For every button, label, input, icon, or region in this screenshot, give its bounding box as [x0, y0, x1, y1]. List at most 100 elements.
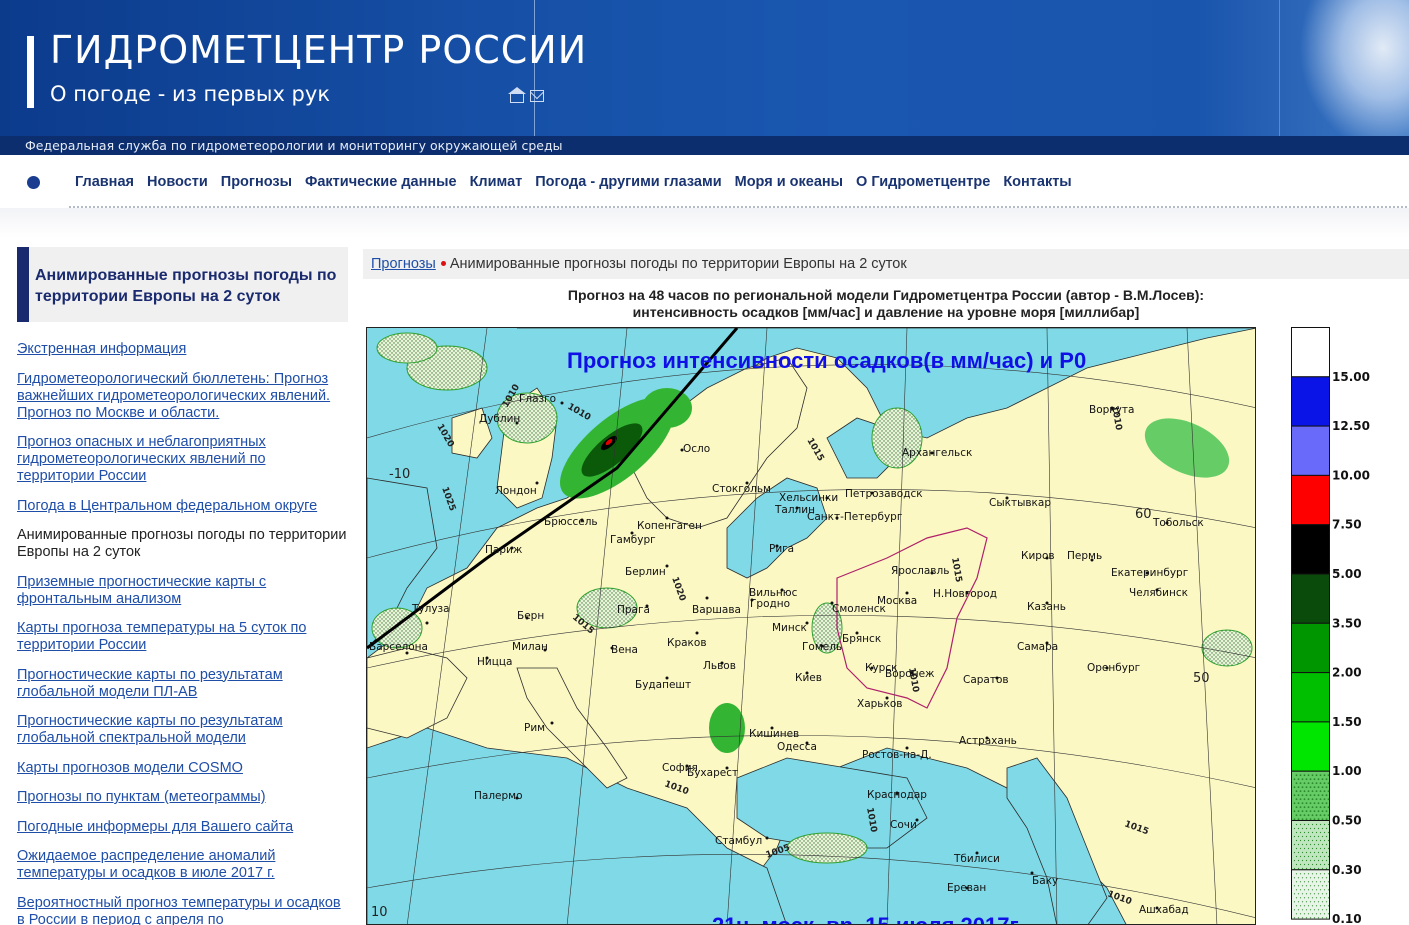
home-icon[interactable]: [508, 87, 526, 103]
city-label: Берлин: [625, 566, 666, 578]
city-label: Прага: [617, 604, 650, 616]
breadcrumb-current: Анимированные прогнозы погоды по террито…: [449, 256, 907, 272]
legend-stipple: [1301, 877, 1304, 879]
legend-stipple: [1295, 847, 1298, 850]
sidebar-item-probabilistic[interactable]: Вероятностный прогноз температуры и осад…: [17, 895, 347, 925]
city-label: Тбилиси: [953, 853, 1000, 865]
nav-item-seas[interactable]: Моря и океаны: [735, 174, 843, 190]
legend-stipple: [1297, 901, 1300, 903]
city-label: Н.Новгород: [933, 588, 997, 600]
legend-stipple: [1295, 889, 1298, 891]
city-label: Воронеж: [885, 668, 935, 680]
mail-icon[interactable]: [530, 90, 544, 102]
city-label: Рига: [769, 543, 794, 555]
legend-stipple: [1303, 823, 1306, 826]
nav-item-home[interactable]: Главная: [75, 174, 134, 190]
legend-stipple: [1299, 814, 1302, 817]
sidebar-item-cosmo[interactable]: Карты прогнозов модели COSMO: [17, 760, 347, 777]
legend-stipple: [1295, 790, 1298, 793]
legend-stipple: [1309, 835, 1312, 838]
sidebar-item-frontal-maps[interactable]: Приземные прогностические карты с фронта…: [17, 574, 347, 608]
nav-item-weather-other-eyes[interactable]: Погода - другими глазами: [535, 174, 721, 190]
legend-stipple: [1317, 901, 1320, 903]
legend-stipple: [1295, 873, 1298, 875]
legend-swatch: [1291, 474, 1330, 526]
legend-stipple: [1327, 905, 1330, 907]
nav-item-news[interactable]: Новости: [147, 174, 208, 190]
sidebar-item-hazards[interactable]: Прогноз опасных и неблагоприятных гидром…: [17, 434, 347, 485]
city-label: Хельсинки: [779, 492, 838, 504]
sidebar-item-central-district[interactable]: Погода в Центральном федеральном округе: [17, 498, 347, 515]
legend-stipple: [1319, 855, 1322, 858]
legend-stipple: [1321, 867, 1324, 870]
legend-stipple: [1311, 881, 1314, 883]
legend-stipple: [1299, 855, 1302, 858]
legend-stipple: [1321, 901, 1324, 903]
legend-stipple: [1305, 835, 1308, 838]
sidebar-item-anomalies[interactable]: Ожидаемое распределение аномалий темпера…: [17, 848, 347, 882]
legend-swatch: [1291, 869, 1330, 920]
agency-bar: Федеральная служба по гидрометеорологии …: [0, 136, 1409, 155]
grid-label: 60: [1135, 507, 1152, 522]
legend-stipple: [1301, 851, 1304, 854]
legend-stipple: [1321, 786, 1324, 789]
legend-stipple: [1301, 843, 1304, 846]
legend-stipple: [1327, 823, 1330, 826]
legend-value-label: 1.00: [1332, 764, 1362, 778]
site-title[interactable]: ГИДРОМЕТЦЕНТР РОССИИ: [50, 28, 587, 72]
legend-stipple: [1327, 806, 1330, 809]
nav-item-climate[interactable]: Климат: [470, 174, 523, 190]
legend-stipple: [1309, 778, 1312, 781]
legend-stipple: [1327, 814, 1330, 817]
nav-item-about[interactable]: О Гидрометцентре: [856, 174, 990, 190]
legend-stipple: [1311, 823, 1314, 826]
legend-stipple: [1319, 806, 1322, 809]
legend-stipple: [1307, 905, 1310, 907]
legend-stipple: [1315, 831, 1318, 834]
legend-stipple: [1301, 786, 1304, 789]
legend-stipple: [1317, 885, 1320, 887]
city-label: Ашхабад: [1139, 904, 1189, 916]
sidebar-item-spectral[interactable]: Прогностические карты по результатам гло…: [17, 713, 347, 747]
logo-bar: [27, 36, 34, 108]
legend-stipple: [1315, 881, 1318, 883]
legend-swatch: [1291, 425, 1330, 476]
legend-stipple: [1311, 889, 1314, 891]
legend-stipple: [1319, 847, 1322, 850]
legend-stipple: [1319, 839, 1322, 842]
legend-stipple: [1297, 810, 1300, 813]
legend-stipple: [1295, 905, 1298, 907]
city-label: Берн: [517, 610, 544, 622]
legend-stipple: [1301, 810, 1304, 813]
legend-stipple: [1327, 873, 1330, 875]
legend-stipple: [1321, 802, 1324, 805]
sidebar-item-bulletin[interactable]: Гидрометеорологический бюллетень: Прогно…: [17, 371, 347, 422]
sidebar-item-informers[interactable]: Погодные информеры для Вашего сайта: [17, 819, 347, 836]
legend-stipple: [1305, 867, 1308, 870]
breadcrumb-link-forecasts[interactable]: Прогнозы: [371, 256, 436, 272]
nav-item-actual-data[interactable]: Фактические данные: [305, 174, 457, 190]
sidebar-item-meteograms[interactable]: Прогнозы по пунктам (метеограммы): [17, 789, 347, 806]
legend-stipple: [1319, 823, 1322, 826]
legend-stipple: [1303, 831, 1306, 834]
legend-stipple: [1323, 814, 1326, 817]
sidebar-item-emergency[interactable]: Экстренная информация: [17, 341, 347, 358]
legend-value-label: 10.00: [1332, 468, 1370, 482]
nav-item-contacts[interactable]: Контакты: [1003, 174, 1071, 190]
legend-stipple: [1311, 782, 1314, 785]
forecast-map[interactable]: Прогноз интенсивности осадков(в мм/час) …: [366, 327, 1256, 925]
sidebar-item-pl-av[interactable]: Прогностические карты по результатам гло…: [17, 667, 347, 701]
legend-stipple: [1325, 893, 1328, 895]
legend-stipple: [1323, 798, 1326, 801]
legend-stipple: [1299, 782, 1302, 785]
map-footer-text: 21ч. моск. вр. 15 июля 2017г.: [712, 913, 1023, 925]
legend-stipple: [1313, 778, 1316, 781]
sidebar-item-temperature-5days[interactable]: Карты прогноза температуры на 5 суток по…: [17, 620, 347, 654]
nav-item-forecasts[interactable]: Прогнозы: [221, 174, 292, 190]
legend-stipple: [1295, 774, 1298, 777]
legend-stipple: [1293, 827, 1296, 830]
legend-stipple: [1313, 802, 1316, 805]
city-label: Тобольск: [1152, 517, 1204, 529]
legend-stipple: [1307, 839, 1310, 842]
nav-dotted-divider: [68, 206, 1409, 208]
